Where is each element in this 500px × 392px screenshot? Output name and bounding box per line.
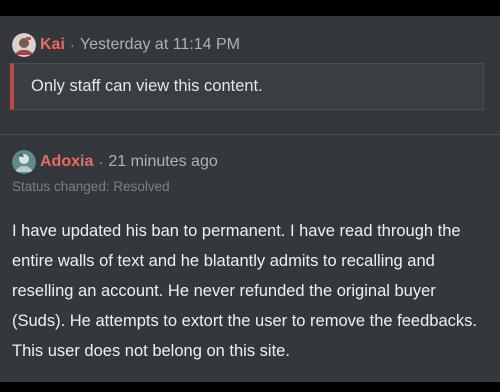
author-name-adoxia[interactable]: Adoxia [40,153,93,171]
status-change-line: Status changed: Resolved [12,179,170,194]
staff-only-text: Only staff can view this content. [31,77,263,95]
post-header-adoxia: Adoxia · 21 minutes ago [12,150,218,174]
staff-only-notice: Only staff can view this content. [10,63,484,110]
post-timestamp[interactable]: 21 minutes ago [108,153,217,171]
adoxia-avatar-icon[interactable] [12,150,36,174]
post-timestamp[interactable]: Yesterday at 11:14 PM [80,36,240,54]
post-body: I have updated his ban to permanent. I h… [12,222,477,360]
thread-panel: Kai · Yesterday at 11:14 PM Only staff c… [0,16,500,382]
post-header-kai: Kai · Yesterday at 11:14 PM [12,33,240,57]
meta-separator: · [98,153,104,171]
post-divider [0,134,500,135]
meta-separator: · [69,36,75,54]
author-name-kai[interactable]: Kai [40,36,65,54]
kai-avatar-icon[interactable] [12,33,36,57]
